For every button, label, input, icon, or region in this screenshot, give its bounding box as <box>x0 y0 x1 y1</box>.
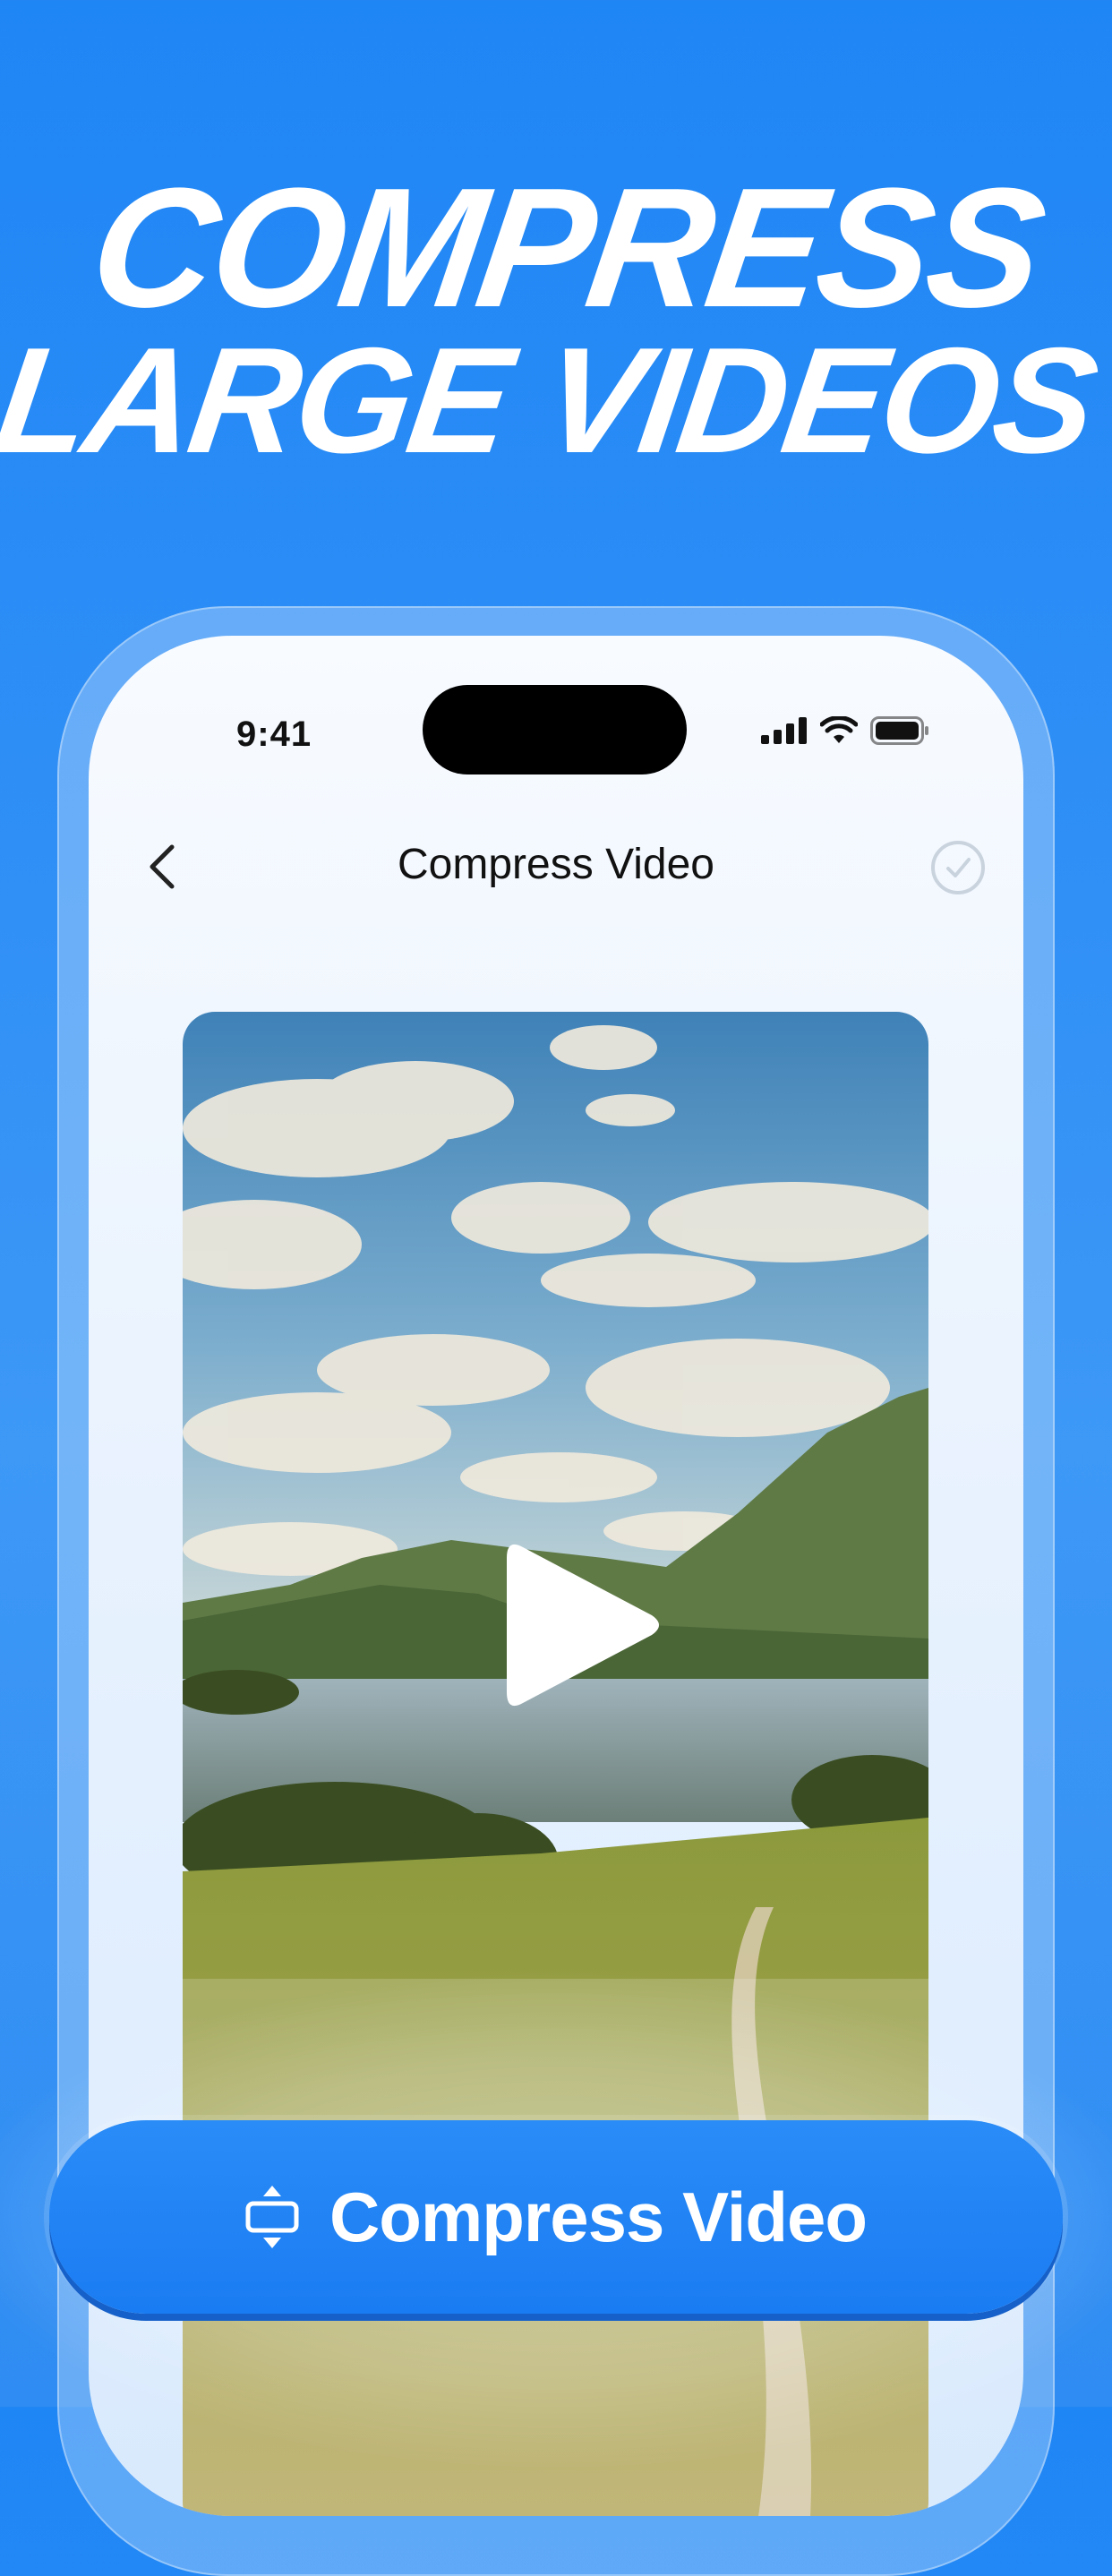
signal-icon <box>761 717 807 744</box>
checkmark-circle-icon[interactable] <box>930 840 986 895</box>
compress-icon <box>245 2186 299 2248</box>
status-icons <box>761 716 929 745</box>
compress-video-button[interactable]: Compress Video <box>49 2120 1063 2314</box>
headline-line-1: COMPRESS <box>81 153 1053 343</box>
status-time: 9:41 <box>236 715 312 754</box>
battery-icon <box>870 716 928 745</box>
play-icon[interactable] <box>498 1531 668 1719</box>
nav-title: Compress Video <box>398 841 714 888</box>
compress-video-button-label: Compress Video <box>329 2177 868 2256</box>
headline: COMPRESS LARGE VIDEOS <box>0 153 1112 484</box>
headline-line-2: LARGE VIDEOS <box>0 316 1104 484</box>
wifi-icon <box>820 716 858 743</box>
dynamic-island <box>423 685 687 775</box>
